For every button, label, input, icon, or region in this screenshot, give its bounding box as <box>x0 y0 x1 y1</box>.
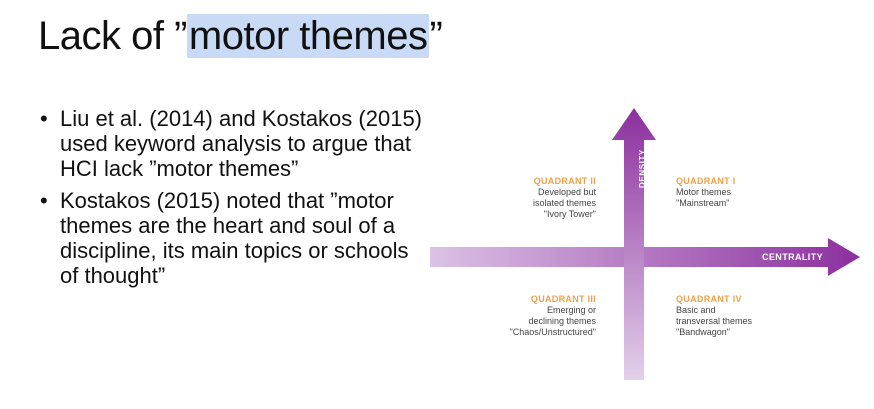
axes-graphic <box>430 108 860 380</box>
quadrant-4-line: Basic and <box>676 305 716 315</box>
quadrant-2-line: "Ivory Tower" <box>543 209 596 219</box>
quadrant-3-line: "Chaos/Unstructured" <box>509 327 596 337</box>
bullet-list: • Liu et al. (2014) and Kostakos (2015) … <box>40 106 430 295</box>
quadrant-2-heading: QUADRANT II <box>533 176 596 186</box>
quadrant-4: QUADRANT IV Basic and transversal themes… <box>676 294 796 338</box>
quadrant-3-heading: QUADRANT III <box>530 294 596 304</box>
slide: Lack of ”motor themes” • Liu et al. (201… <box>0 0 874 409</box>
centrality-axis-label: CENTRALITY <box>762 252 823 262</box>
title-highlighted-selection[interactable]: motor themes <box>186 14 430 58</box>
quadrant-1-line: "Mainstream" <box>676 198 730 208</box>
quadrant-3-line: declining themes <box>528 316 596 326</box>
strategic-diagram: DENSITY CENTRALITY QUADRANT II Developed… <box>426 100 874 390</box>
quadrant-1: QUADRANT I Motor themes "Mainstream" <box>676 176 796 209</box>
quadrant-4-line: transversal themes <box>676 316 753 326</box>
density-arrow <box>612 108 656 380</box>
quadrant-2: QUADRANT II Developed but isolated theme… <box>496 176 596 220</box>
title-suffix: ” <box>429 14 443 58</box>
bullet-item: • Liu et al. (2014) and Kostakos (2015) … <box>40 106 430 181</box>
quadrant-2-line: Developed but <box>537 187 596 197</box>
quadrant-1-heading: QUADRANT I <box>676 176 736 186</box>
quadrant-4-heading: QUADRANT IV <box>676 294 742 304</box>
quadrant-2-line: isolated themes <box>532 198 596 208</box>
quadrant-4-line: "Bandwagon" <box>676 327 730 337</box>
quadrant-3-line: Emerging or <box>546 305 596 315</box>
bullet-text: Liu et al. (2014) and Kostakos (2015) us… <box>60 106 423 181</box>
bullet-dot: • <box>40 188 48 213</box>
slide-title: Lack of ”motor themes” <box>38 14 443 59</box>
title-prefix: Lack of ” <box>38 14 187 58</box>
bullet-text: Kostakos (2015) noted that ”motor themes… <box>60 188 409 288</box>
quadrant-3: QUADRANT III Emerging or declining theme… <box>481 294 596 338</box>
bullet-item: • Kostakos (2015) noted that ”motor them… <box>40 188 430 288</box>
density-axis-label: DENSITY <box>638 149 647 188</box>
bullet-dot: • <box>40 106 48 131</box>
quadrant-1-line: Motor themes <box>676 187 732 197</box>
